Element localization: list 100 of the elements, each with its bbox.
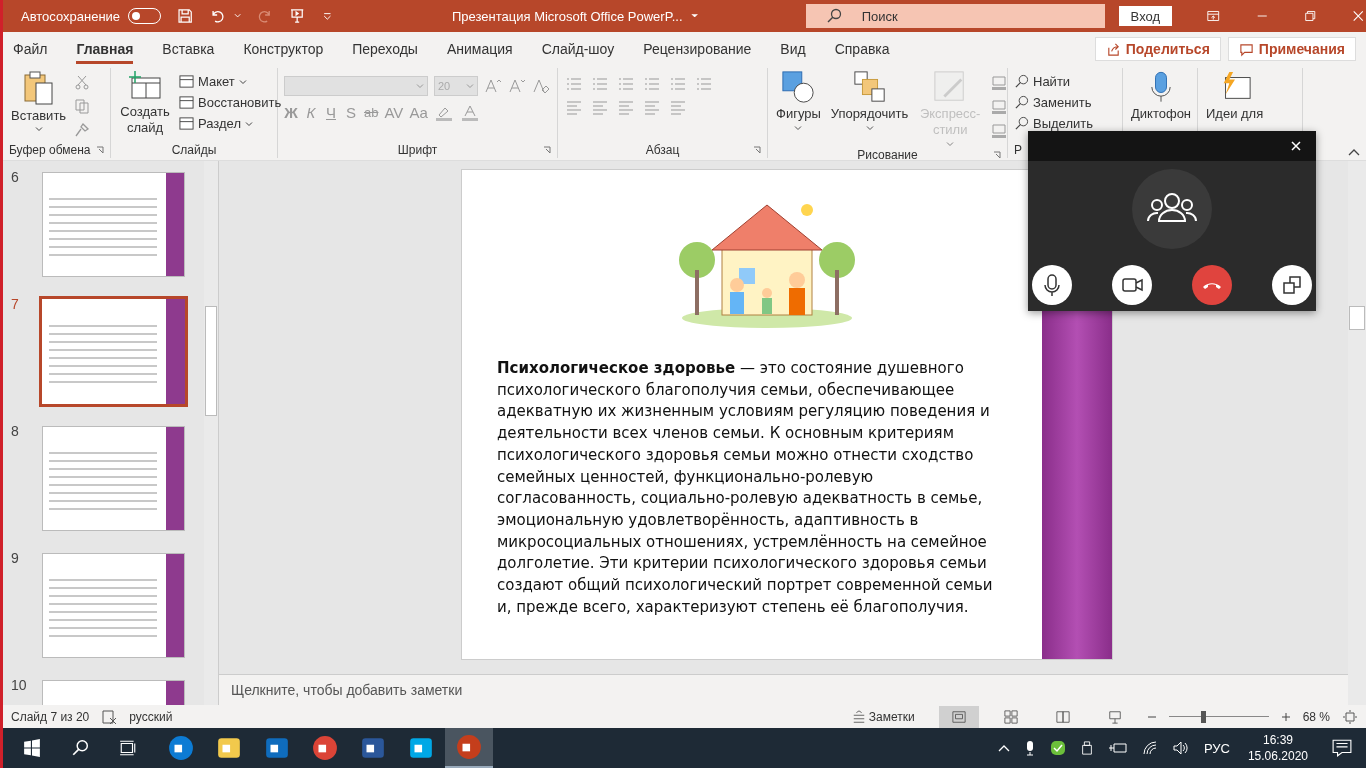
share-icon bbox=[1105, 41, 1121, 57]
start-icon[interactable] bbox=[23, 739, 41, 757]
ribbon-button[interactable]: Фигуры bbox=[774, 70, 823, 132]
notes-button[interactable]: Заметки bbox=[851, 709, 915, 724]
restore-icon[interactable] bbox=[1303, 8, 1318, 24]
layout-icon bbox=[179, 116, 194, 131]
ribbon-tab[interactable]: Слайд-шоу bbox=[541, 34, 615, 64]
window-title: Презентация Microsoft Office PowerP... bbox=[452, 8, 683, 24]
hang-up-button[interactable] bbox=[1192, 265, 1232, 305]
dictate-button[interactable]: Диктофон bbox=[1129, 70, 1194, 121]
zoom-level[interactable]: 68 % bbox=[1302, 709, 1330, 724]
slide-thumbnail[interactable] bbox=[39, 169, 188, 280]
ribbon-display-icon[interactable] bbox=[1206, 8, 1221, 24]
dialog-launcher-icon[interactable] bbox=[96, 146, 104, 154]
close-icon[interactable] bbox=[1290, 140, 1302, 152]
language-label[interactable]: русский bbox=[129, 709, 173, 724]
shrink-font-icon[interactable] bbox=[508, 78, 526, 94]
ribbon-button[interactable]: Упорядочить bbox=[828, 70, 911, 132]
ribbon-tab[interactable]: Анимация bbox=[446, 34, 513, 64]
dialog-launcher-icon[interactable] bbox=[543, 146, 551, 154]
notifications-icon[interactable] bbox=[1332, 739, 1352, 757]
collapse-ribbon-icon[interactable] bbox=[1348, 148, 1360, 156]
caret-icon[interactable] bbox=[233, 12, 241, 20]
dialog-launcher-icon[interactable] bbox=[993, 151, 1001, 159]
accessibility-icon[interactable] bbox=[101, 708, 118, 725]
group-title: Слайды bbox=[171, 143, 217, 157]
notes-field[interactable]: Щелкните, чтобы добавить заметки bbox=[219, 674, 1348, 705]
comment-icon bbox=[1238, 41, 1254, 57]
slide-thumbnail[interactable] bbox=[39, 550, 188, 661]
magnifier-icon bbox=[1014, 74, 1029, 89]
search-field[interactable]: Поиск bbox=[805, 4, 1105, 28]
shapes-icon bbox=[781, 70, 816, 104]
group-title: Абзац bbox=[645, 143, 680, 157]
slide-number: 7 bbox=[11, 296, 20, 312]
caret-icon bbox=[34, 125, 43, 133]
shield-check-icon[interactable] bbox=[1049, 740, 1066, 756]
slide-number: 6 bbox=[11, 169, 20, 185]
paste-button[interactable]: Вставить bbox=[9, 70, 69, 133]
microphone-button[interactable] bbox=[1032, 265, 1072, 305]
microphone-icon bbox=[1150, 70, 1172, 104]
task-view-icon[interactable] bbox=[119, 739, 137, 757]
taskbar-app[interactable] bbox=[445, 728, 493, 768]
ribbon-menu-button[interactable]: Найти bbox=[1014, 74, 1093, 89]
share-screen-button[interactable] bbox=[1272, 265, 1312, 305]
save-icon[interactable] bbox=[176, 7, 194, 25]
new-slide-button[interactable]: Создать слайд bbox=[117, 70, 173, 136]
ribbon-tab[interactable]: Переходы bbox=[352, 34, 418, 64]
volume-icon[interactable] bbox=[1171, 740, 1190, 756]
ribbon-menu-button[interactable]: Выделить bbox=[1014, 116, 1093, 131]
clear-format-icon[interactable] bbox=[532, 78, 550, 94]
view-icon bbox=[1106, 709, 1123, 724]
magnifier-icon bbox=[1014, 116, 1029, 131]
slide-thumbnail[interactable] bbox=[39, 423, 188, 534]
usb-drive-icon[interactable] bbox=[1079, 740, 1094, 756]
view-icon bbox=[950, 709, 967, 724]
share-button[interactable]: Поделиться bbox=[1094, 37, 1221, 61]
scrollbar[interactable] bbox=[1348, 161, 1366, 705]
zoom-in-icon[interactable] bbox=[1280, 711, 1291, 722]
ribbon-menu-button[interactable]: Раздел bbox=[179, 116, 282, 131]
camera-button[interactable] bbox=[1112, 265, 1152, 305]
caret-icon bbox=[238, 77, 247, 86]
caret-icon bbox=[946, 140, 955, 148]
dialog-launcher-icon[interactable] bbox=[753, 146, 761, 154]
presenter-icon[interactable] bbox=[289, 7, 306, 25]
view-button[interactable] bbox=[938, 705, 979, 728]
ribbon-tab[interactable]: Конструктор bbox=[243, 34, 324, 64]
input-language[interactable]: РУС bbox=[1203, 740, 1230, 756]
slide-thumbnail[interactable] bbox=[39, 296, 188, 407]
comments-button[interactable]: Примечания bbox=[1227, 37, 1356, 61]
ribbon-menu-button[interactable]: Восстановить bbox=[179, 95, 282, 110]
group-title: Шрифт bbox=[397, 143, 438, 157]
ribbon-tab[interactable]: Главная bbox=[76, 34, 134, 64]
ribbon-tab[interactable]: Рецензирование bbox=[643, 34, 752, 64]
chevron-up-icon[interactable] bbox=[997, 744, 1010, 752]
format-painter-icon[interactable] bbox=[74, 122, 91, 138]
slide-number: 10 bbox=[11, 677, 28, 693]
clipboard-icon bbox=[22, 70, 55, 106]
wifi-icon[interactable] bbox=[1141, 740, 1158, 756]
clock[interactable]: 16:39 15.06.2020 bbox=[1247, 732, 1308, 764]
sign-in-button[interactable]: Вход bbox=[1118, 6, 1173, 26]
notes-icon bbox=[851, 709, 866, 724]
slide[interactable] bbox=[462, 170, 1112, 659]
ribbon-menu-button[interactable]: Макет bbox=[179, 74, 282, 89]
layout-icon bbox=[179, 74, 194, 89]
ribbon-tab[interactable]: Вид bbox=[780, 34, 806, 64]
caret-icon bbox=[244, 119, 253, 128]
scrollbar[interactable] bbox=[204, 161, 218, 705]
group-avatar-icon bbox=[1132, 169, 1212, 249]
font-color-icon[interactable] bbox=[459, 104, 480, 121]
design-ideas-button[interactable]: Идеи для bbox=[1204, 70, 1266, 121]
battery-icon[interactable] bbox=[1107, 740, 1128, 756]
ribbon-tab[interactable]: Файл bbox=[13, 34, 48, 64]
caret-icon[interactable] bbox=[690, 12, 698, 20]
ribbon-menu-button[interactable]: Заменить bbox=[1014, 95, 1093, 110]
font-name-field[interactable] bbox=[284, 76, 428, 96]
search-icon bbox=[825, 8, 842, 24]
ribbon-tab[interactable]: Вставка bbox=[162, 34, 215, 64]
search-icon[interactable] bbox=[71, 739, 89, 757]
ribbon-tab[interactable]: Справка bbox=[834, 34, 890, 64]
grow-font-icon[interactable] bbox=[484, 78, 502, 94]
